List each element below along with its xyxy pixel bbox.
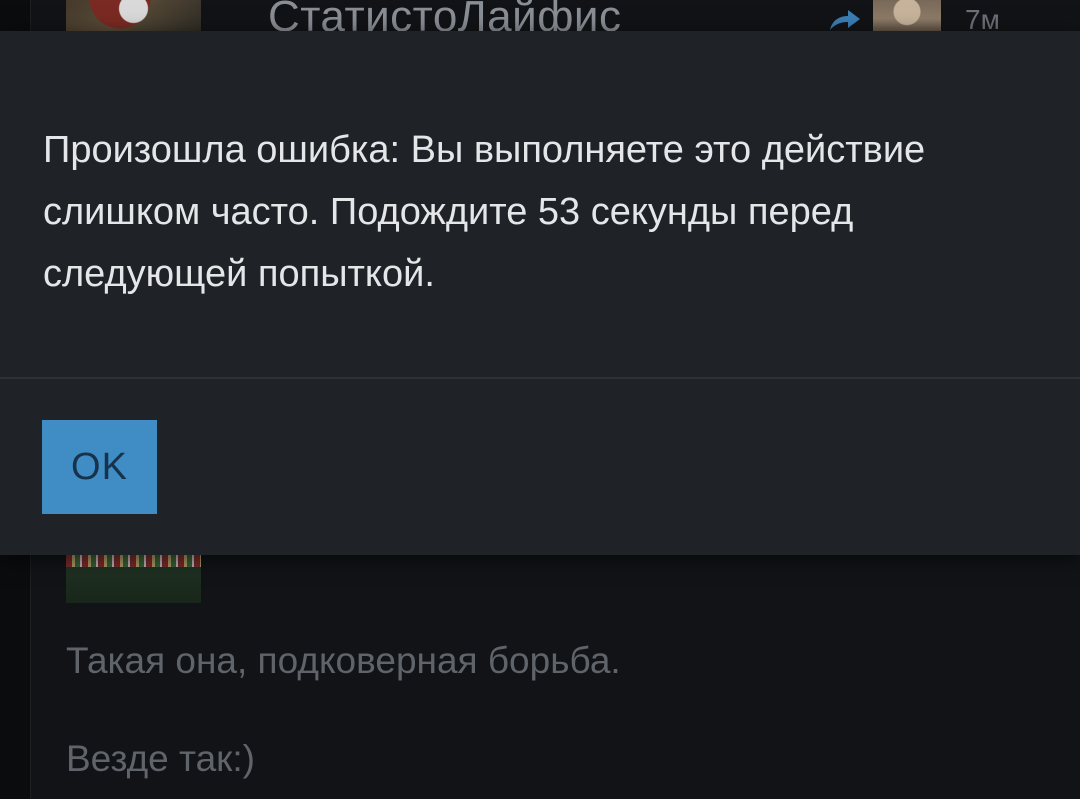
page: СтатистоЛайфис 7м Такая она, подковерная… [0, 0, 1080, 799]
comment-text: Везде так:) [66, 738, 255, 779]
dialog-divider [0, 377, 1080, 379]
ok-button[interactable]: OK [42, 420, 157, 514]
share-icon [830, 10, 860, 30]
comment-text: Такая она, подковерная борьба. [66, 640, 621, 681]
error-message: Произошла ошибка: Вы выполняете это дейс… [43, 129, 926, 295]
error-dialog: Произошла ошибка: Вы выполняете это дейс… [0, 31, 1080, 555]
